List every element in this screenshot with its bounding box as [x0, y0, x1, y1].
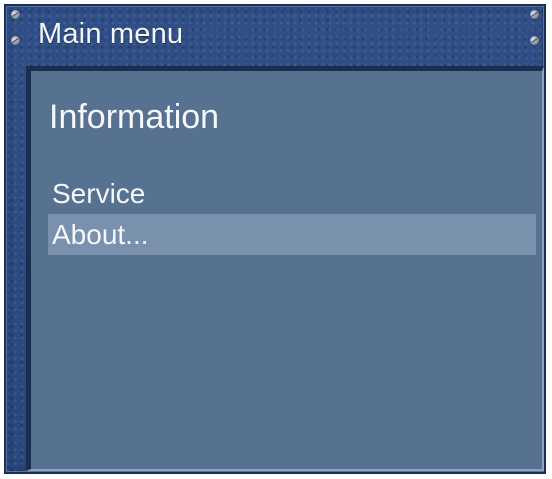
- content-panel: Information Service About...: [26, 66, 544, 471]
- main-menu-window: Main menu Information Service About...: [4, 4, 546, 474]
- menu-item-service[interactable]: Service: [48, 173, 536, 214]
- menu-list: Service About...: [48, 173, 536, 255]
- screw-icon: [530, 10, 539, 19]
- screw-icon: [530, 36, 539, 45]
- window-title: Main menu: [38, 18, 184, 50]
- screw-icon: [11, 10, 20, 19]
- screw-icon: [11, 36, 20, 45]
- section-heading: Information: [49, 98, 220, 136]
- menu-item-about[interactable]: About...: [48, 214, 536, 255]
